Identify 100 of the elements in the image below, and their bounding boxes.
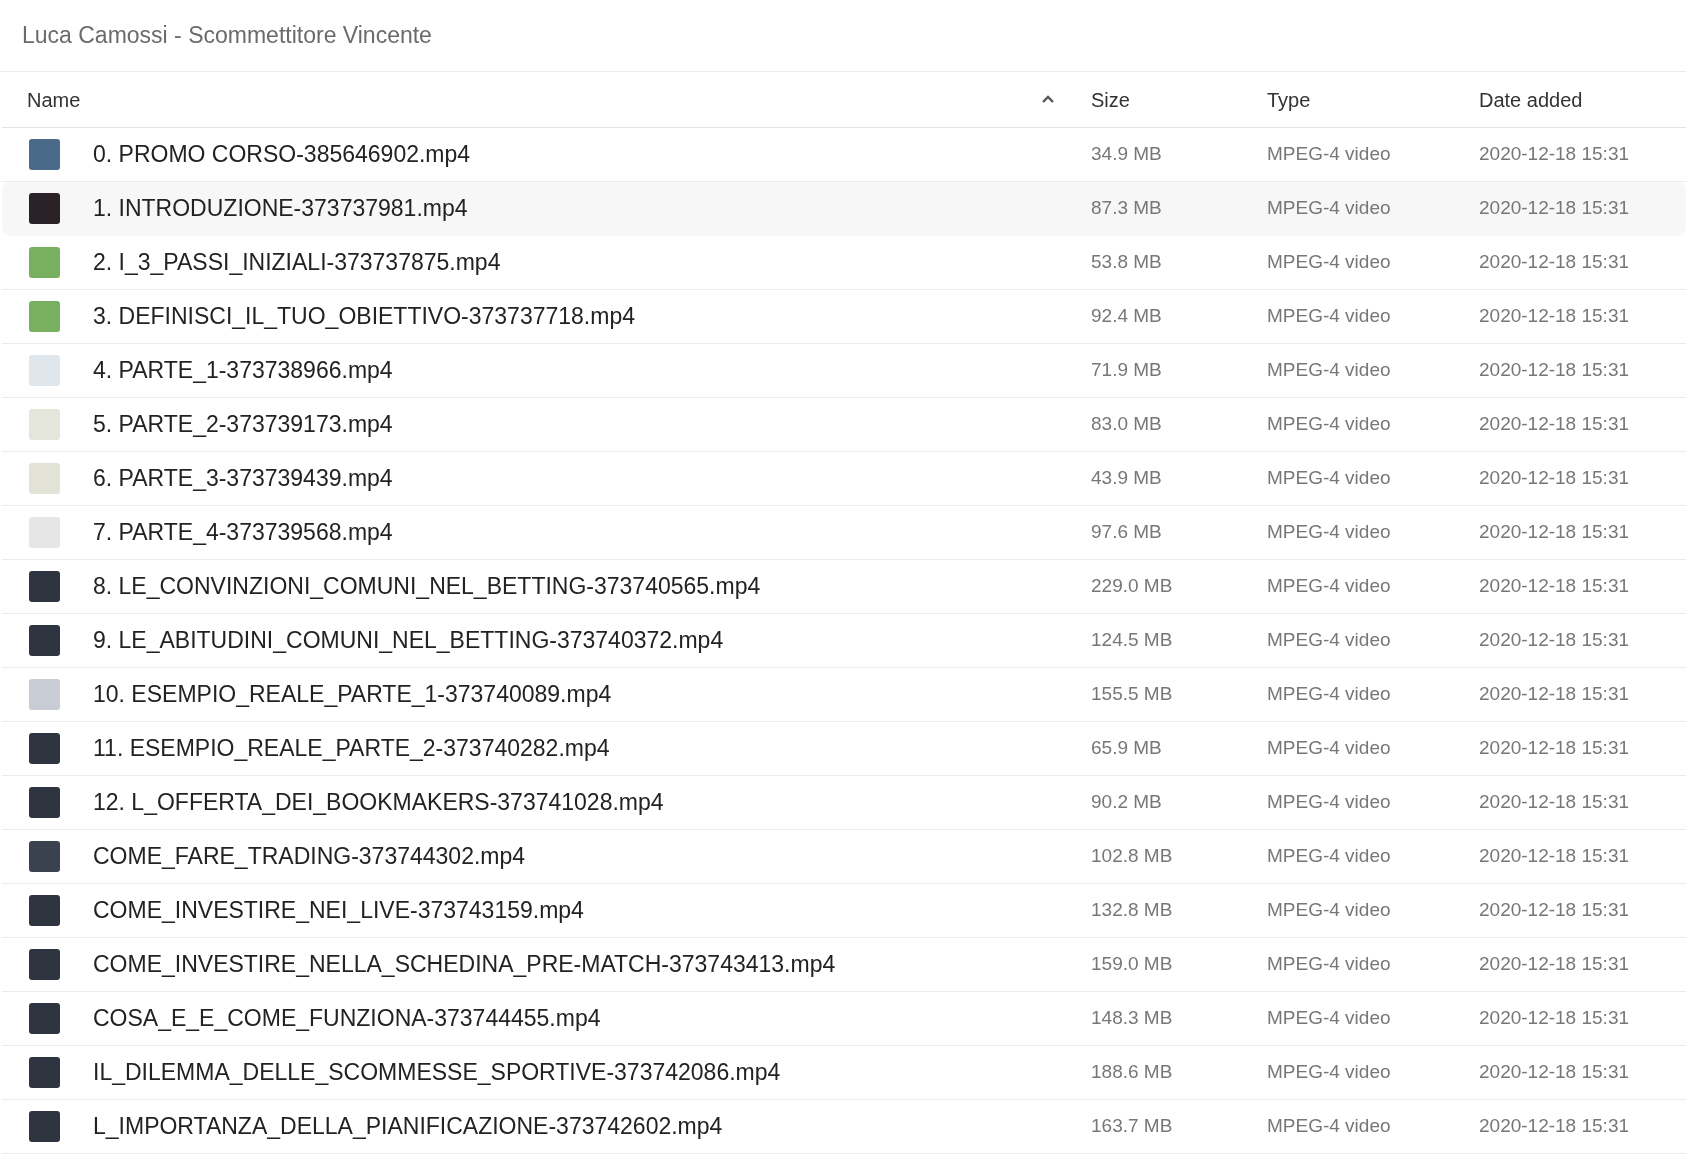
folder-title: Luca Camossi - Scommettitore Vincente	[22, 21, 432, 51]
date-added: 2020-12-18 15:31	[1479, 304, 1630, 329]
file-size: 92.4 MB	[1091, 304, 1163, 329]
file-size: 87.3 MB	[1091, 196, 1163, 221]
file-type: MPEG-4 video	[1267, 628, 1392, 653]
file-size: 83.0 MB	[1091, 412, 1163, 437]
file-row[interactable]: COME_FARE_TRADING-373744302.mp4 102.8 MB MPEG-4 video 2020-12-18 15:31	[2, 830, 1686, 884]
file-row[interactable]: COME_INVESTIRE_NELLA_SCHEDINA_PRE-MATCH-373743413.mp4 159.0 MB MPEG-4 video 2020-12-18 15:31	[2, 938, 1686, 992]
file-size: 163.7 MB	[1091, 1114, 1174, 1139]
date-added: 2020-12-18 15:31	[1479, 574, 1630, 599]
file-name: 12. L_OFFERTA_DEI_BOOKMAKERS-373741028.mp4	[93, 788, 665, 818]
column-header[interactable]: Name	[27, 84, 81, 115]
sort-ascending-icon[interactable]	[1041, 95, 1055, 104]
file-name: 4. PARTE_1-373738966.mp4	[93, 356, 394, 386]
file-row[interactable]: 11. ESEMPIO_REALE_PARTE_2-373740282.mp4 65.9 MB MPEG-4 video 2020-12-18 15:31	[2, 722, 1686, 776]
file-name: 7. PARTE_4-373739568.mp4	[93, 518, 394, 548]
file-type: MPEG-4 video	[1267, 358, 1392, 383]
file-name: COME_INVESTIRE_NELLA_SCHEDINA_PRE-MATCH-373743413.mp4	[93, 950, 837, 980]
file-name: COME_FARE_TRADING-373744302.mp4	[93, 842, 527, 872]
file-size: 155.5 MB	[1091, 682, 1174, 707]
file-name: 5. PARTE_2-373739173.mp4	[93, 410, 394, 440]
file-name: COME_INVESTIRE_NEI_LIVE-373743159.mp4	[93, 896, 585, 926]
date-added: 2020-12-18 15:31	[1479, 1060, 1630, 1085]
file-type: MPEG-4 video	[1267, 466, 1392, 491]
file-type: MPEG-4 video	[1267, 736, 1392, 761]
file-size: 90.2 MB	[1091, 790, 1163, 815]
file-size: 102.8 MB	[1091, 844, 1174, 869]
file-size: 229.0 MB	[1091, 574, 1174, 599]
file-size: 148.3 MB	[1091, 1006, 1174, 1031]
date-added: 2020-12-18 15:31	[1479, 952, 1630, 977]
file-size: 71.9 MB	[1091, 358, 1163, 383]
file-size: 159.0 MB	[1091, 952, 1174, 977]
file-size: 188.6 MB	[1091, 1060, 1174, 1085]
file-type: MPEG-4 video	[1267, 1114, 1392, 1139]
file-size: 124.5 MB	[1091, 628, 1174, 653]
file-type: MPEG-4 video	[1267, 952, 1392, 977]
column-header[interactable]: Size	[1091, 84, 1130, 115]
file-name: 3. DEFINISCI_IL_TUO_OBIETTIVO-373737718.mp4	[93, 302, 636, 332]
date-added: 2020-12-18 15:31	[1479, 1114, 1630, 1139]
file-row[interactable]: 9. LE_ABITUDINI_COMUNI_NEL_BETTING-373740372.mp4 124.5 MB MPEG-4 video 2020-12-18 15:31	[2, 614, 1686, 668]
column-header[interactable]: Date added	[1479, 84, 1583, 115]
file-row[interactable]: 8. LE_CONVINZIONI_COMUNI_NEL_BETTING-373740565.mp4 229.0 MB MPEG-4 video 2020-12-18 15:31	[2, 560, 1686, 614]
file-row[interactable]: IL_DILEMMA_DELLE_SCOMMESSE_SPORTIVE-373742086.mp4 188.6 MB MPEG-4 video 2020-12-18 15:31	[2, 1046, 1686, 1100]
file-name: 6. PARTE_3-373739439.mp4	[93, 464, 394, 494]
file-name: L_IMPORTANZA_DELLA_PIANIFICAZIONE-373742602.mp4	[93, 1112, 724, 1142]
file-name: IL_DILEMMA_DELLE_SCOMMESSE_SPORTIVE-373742086.mp4	[93, 1058, 782, 1088]
date-added: 2020-12-18 15:31	[1479, 412, 1630, 437]
file-size: 97.6 MB	[1091, 520, 1163, 545]
date-added: 2020-12-18 15:31	[1479, 142, 1630, 167]
file-row[interactable]: 4. PARTE_1-373738966.mp4 71.9 MB MPEG-4 video 2020-12-18 15:31	[2, 344, 1686, 398]
file-row[interactable]: 7. PARTE_4-373739568.mp4 97.6 MB MPEG-4 video 2020-12-18 15:31	[2, 506, 1686, 560]
file-row[interactable]: L_IMPORTANZA_DELLA_PIANIFICAZIONE-373742602.mp4 163.7 MB MPEG-4 video 2020-12-18 15:31	[2, 1100, 1686, 1154]
date-added: 2020-12-18 15:31	[1479, 844, 1630, 869]
file-row[interactable]: 12. L_OFFERTA_DEI_BOOKMAKERS-373741028.mp4 90.2 MB MPEG-4 video 2020-12-18 15:31	[2, 776, 1686, 830]
file-row[interactable]: 5. PARTE_2-373739173.mp4 83.0 MB MPEG-4 video 2020-12-18 15:31	[2, 398, 1686, 452]
file-type: MPEG-4 video	[1267, 412, 1392, 437]
file-name: 1. INTRODUZIONE-373737981.mp4	[93, 194, 469, 224]
date-added: 2020-12-18 15:31	[1479, 358, 1630, 383]
file-name: COSA_E_E_COME_FUNZIONA-373744455.mp4	[93, 1004, 602, 1034]
file-name: 2. I_3_PASSI_INIZIALI-373737875.mp4	[93, 248, 502, 278]
file-type: MPEG-4 video	[1267, 196, 1392, 221]
file-size: 53.8 MB	[1091, 250, 1163, 275]
file-row[interactable]: 2. I_3_PASSI_INIZIALI-373737875.mp4 53.8 MB MPEG-4 video 2020-12-18 15:31	[2, 236, 1686, 290]
file-size: 65.9 MB	[1091, 736, 1163, 761]
file-type: MPEG-4 video	[1267, 844, 1392, 869]
file-type: MPEG-4 video	[1267, 520, 1392, 545]
file-type: MPEG-4 video	[1267, 682, 1392, 707]
file-name: 0. PROMO CORSO-385646902.mp4	[93, 140, 472, 170]
date-added: 2020-12-18 15:31	[1479, 682, 1630, 707]
file-row[interactable]: 3. DEFINISCI_IL_TUO_OBIETTIVO-373737718.mp4 92.4 MB MPEG-4 video 2020-12-18 15:31	[2, 290, 1686, 344]
file-row[interactable]: 1. INTRODUZIONE-373737981.mp4 87.3 MB MPEG-4 video 2020-12-18 15:31	[2, 182, 1686, 236]
date-added: 2020-12-18 15:31	[1479, 790, 1630, 815]
date-added: 2020-12-18 15:31	[1479, 1006, 1630, 1031]
date-added: 2020-12-18 15:31	[1479, 250, 1630, 275]
file-type: MPEG-4 video	[1267, 142, 1392, 167]
file-size: 34.9 MB	[1091, 142, 1163, 167]
file-name: 8. LE_CONVINZIONI_COMUNI_NEL_BETTING-373740565.mp4	[93, 572, 762, 602]
file-name: 11. ESEMPIO_REALE_PARTE_2-373740282.mp4	[93, 734, 611, 764]
date-added: 2020-12-18 15:31	[1479, 736, 1630, 761]
date-added: 2020-12-18 15:31	[1479, 898, 1630, 923]
column-header[interactable]: Type	[1267, 84, 1311, 115]
file-type: MPEG-4 video	[1267, 304, 1392, 329]
file-row[interactable]: COME_INVESTIRE_NEI_LIVE-373743159.mp4 132.8 MB MPEG-4 video 2020-12-18 15:31	[2, 884, 1686, 938]
date-added: 2020-12-18 15:31	[1479, 196, 1630, 221]
file-type: MPEG-4 video	[1267, 790, 1392, 815]
file-size: 43.9 MB	[1091, 466, 1163, 491]
file-type: MPEG-4 video	[1267, 898, 1392, 923]
file-type: MPEG-4 video	[1267, 1060, 1392, 1085]
file-type: MPEG-4 video	[1267, 1006, 1392, 1031]
file-row[interactable]: 6. PARTE_3-373739439.mp4 43.9 MB MPEG-4 video 2020-12-18 15:31	[2, 452, 1686, 506]
file-size: 132.8 MB	[1091, 898, 1174, 923]
file-type: MPEG-4 video	[1267, 574, 1392, 599]
date-added: 2020-12-18 15:31	[1479, 628, 1630, 653]
file-row[interactable]: 10. ESEMPIO_REALE_PARTE_1-373740089.mp4 155.5 MB MPEG-4 video 2020-12-18 15:31	[2, 668, 1686, 722]
file-name: 10. ESEMPIO_REALE_PARTE_1-373740089.mp4	[93, 680, 613, 710]
date-added: 2020-12-18 15:31	[1479, 520, 1630, 545]
file-name: 9. LE_ABITUDINI_COMUNI_NEL_BETTING-373740372.mp4	[93, 626, 725, 656]
file-type: MPEG-4 video	[1267, 250, 1392, 275]
date-added: 2020-12-18 15:31	[1479, 466, 1630, 491]
file-row[interactable]: COSA_E_E_COME_FUNZIONA-373744455.mp4 148.3 MB MPEG-4 video 2020-12-18 15:31	[2, 992, 1686, 1046]
